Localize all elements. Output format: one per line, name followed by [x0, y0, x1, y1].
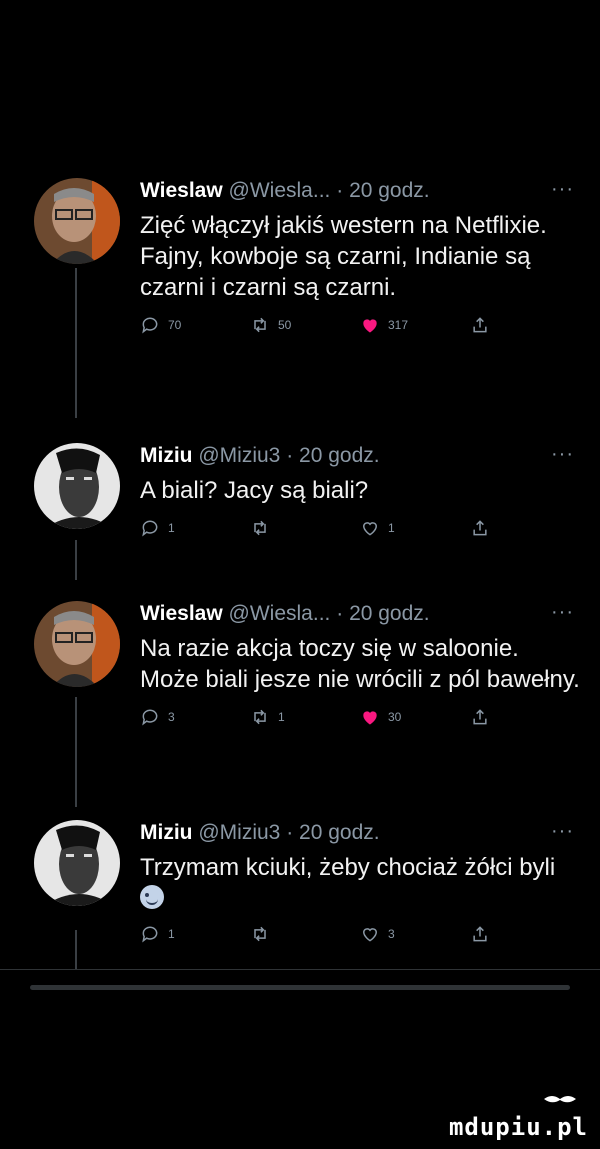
avatar[interactable] — [34, 443, 120, 529]
author-name[interactable]: Wieslaw — [140, 602, 223, 625]
timestamp[interactable]: 20 godz. — [349, 179, 430, 202]
reply-count: 70 — [168, 318, 182, 332]
tweet-text: A biali? Jacy są biali? — [140, 477, 369, 504]
like-count: 1 — [388, 521, 395, 535]
dark-face-avatar-icon — [34, 820, 120, 906]
thread-line — [75, 930, 77, 970]
reply-icon — [142, 926, 158, 943]
man-with-glasses-avatar-icon — [34, 601, 120, 687]
more-options-icon[interactable]: ··· — [551, 599, 574, 625]
retweet-icon — [254, 926, 266, 942]
retweet-icon — [254, 709, 266, 725]
tweet-actions: 3 1 30 — [140, 707, 580, 735]
thread-line — [75, 697, 77, 807]
retweet-button[interactable]: 1 — [250, 707, 285, 727]
tweet-text: Na razie akcja toczy się w saloonie. Moż… — [140, 635, 580, 693]
author-handle[interactable]: @Wiesla... — [229, 602, 331, 625]
tweet-text-container: Trzymam kciuki, żeby chociaż żółci byli — [140, 852, 580, 914]
share-icon — [473, 709, 487, 725]
retweet-button[interactable] — [250, 518, 278, 538]
like-button[interactable]: 1 — [360, 518, 395, 538]
author-name[interactable]: Wieslaw — [140, 179, 223, 202]
author-handle[interactable]: @Wiesla... — [229, 179, 331, 202]
reply-icon — [142, 520, 158, 537]
retweet-button[interactable] — [250, 924, 278, 944]
reply-count: 1 — [168, 521, 175, 535]
like-count: 30 — [388, 710, 402, 724]
avatar[interactable] — [34, 178, 120, 264]
author-handle[interactable]: @Miziu3 — [198, 444, 280, 467]
thread-line — [75, 540, 77, 580]
reply-button[interactable]: 3 — [140, 707, 175, 727]
watermark: mdupiu.pl — [448, 1113, 588, 1141]
reply-icon — [142, 709, 158, 726]
separator-dot: · — [336, 602, 344, 625]
share-button[interactable] — [470, 518, 498, 538]
timestamp[interactable]: 20 godz. — [299, 821, 380, 844]
thread-line — [75, 268, 77, 418]
divider — [0, 969, 600, 970]
avatar[interactable] — [34, 820, 120, 906]
author-handle[interactable]: @Miziu3 — [198, 821, 280, 844]
separator-dot: · — [286, 821, 294, 844]
separator-dot: · — [336, 179, 344, 202]
more-options-icon[interactable]: ··· — [551, 441, 574, 467]
tweet-actions: 70 50 317 — [140, 315, 580, 343]
author-name[interactable]: Miziu — [140, 821, 193, 844]
heart-outline-icon — [362, 928, 378, 942]
like-button[interactable]: 30 — [360, 707, 401, 727]
like-count: 3 — [388, 927, 395, 941]
winking-face-emoji-icon — [140, 885, 164, 909]
retweet-count: 1 — [278, 710, 285, 724]
share-icon — [473, 520, 487, 536]
avatar[interactable] — [34, 601, 120, 687]
retweet-icon — [254, 317, 266, 333]
reply-count: 1 — [168, 927, 175, 941]
dark-face-avatar-icon — [34, 443, 120, 529]
reply-count: 3 — [168, 710, 175, 724]
man-with-glasses-avatar-icon — [34, 178, 120, 264]
share-button[interactable] — [470, 924, 498, 944]
tweet-text: Zięć włączył jakiś western na Netflixie.… — [140, 212, 547, 301]
separator-dot: · — [286, 444, 294, 467]
heart-filled-icon — [363, 319, 377, 333]
like-button[interactable]: 3 — [360, 924, 395, 944]
retweet-count: 50 — [278, 318, 292, 332]
author-name[interactable]: Miziu — [140, 444, 193, 467]
tweet-text: Trzymam kciuki, żeby chociaż żółci byli — [140, 854, 556, 881]
reply-button[interactable]: 1 — [140, 924, 175, 944]
retweet-icon — [254, 520, 266, 536]
reply-button[interactable]: 70 — [140, 315, 181, 335]
reply-icon — [142, 317, 158, 334]
like-count: 317 — [388, 318, 409, 332]
bottom-scroll-bar — [30, 985, 570, 990]
retweet-button[interactable]: 50 — [250, 315, 291, 335]
like-button[interactable]: 317 — [360, 315, 408, 335]
more-options-icon[interactable]: ··· — [551, 176, 574, 202]
mustache-icon — [544, 1096, 576, 1103]
timestamp[interactable]: 20 godz. — [299, 444, 380, 467]
heart-outline-icon — [362, 522, 378, 536]
timestamp[interactable]: 20 godz. — [349, 602, 430, 625]
share-icon — [473, 317, 487, 333]
share-button[interactable] — [470, 315, 498, 335]
heart-filled-icon — [363, 711, 377, 725]
share-button[interactable] — [470, 707, 498, 727]
more-options-icon[interactable]: ··· — [551, 818, 574, 844]
reply-button[interactable]: 1 — [140, 518, 175, 538]
tweet-actions: 1 3 — [140, 924, 580, 952]
share-icon — [473, 926, 487, 942]
tweet-actions: 1 1 — [140, 518, 580, 546]
